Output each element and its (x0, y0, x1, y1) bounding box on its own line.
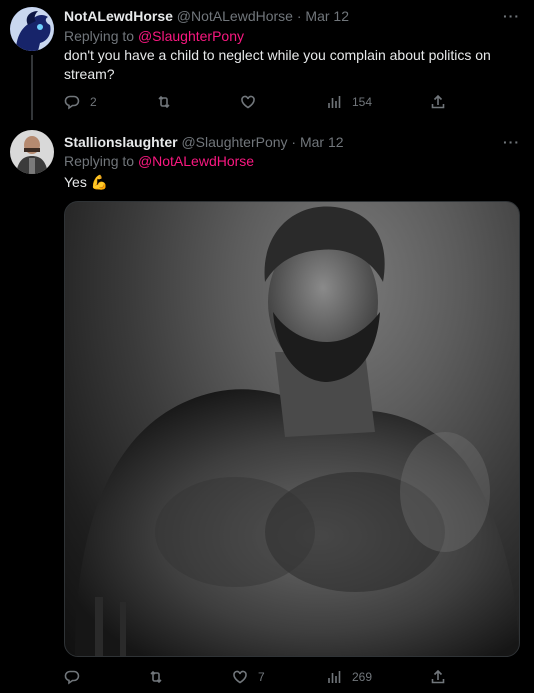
heart-icon (233, 670, 247, 684)
replying-to-mention-2[interactable]: @NotALewdHorse (138, 153, 254, 169)
flexed-biceps-emoji: 💪 (90, 174, 109, 190)
tweet-image[interactable] (64, 201, 520, 657)
views-icon (328, 96, 341, 108)
person-avatar-icon (10, 130, 54, 174)
handle-2[interactable]: @SlaughterPony (181, 134, 287, 150)
tweet-header: NotALewdHorse @NotALewdHorse · Mar 12 (64, 8, 349, 24)
tweet-text: don't you have a child to neglect while … (64, 47, 491, 82)
views-count-2: 269 (352, 670, 373, 684)
views-count: 154 (352, 95, 373, 109)
reply-button-2[interactable] (64, 667, 90, 687)
replying-to: Replying to @SlaughterPony (64, 28, 244, 44)
like-button[interactable] (240, 92, 266, 112)
like-button-2[interactable]: 7 (232, 667, 265, 687)
display-name-2[interactable]: Stallionslaughter (64, 134, 178, 150)
reply-icon (64, 670, 80, 685)
pony-avatar-icon (10, 7, 54, 51)
tweet-text-2-content: Yes (64, 174, 87, 190)
replying-to-label: Replying to (64, 28, 138, 44)
timestamp[interactable]: Mar 12 (305, 8, 349, 24)
like-count-2: 7 (258, 670, 265, 684)
timestamp-2[interactable]: Mar 12 (300, 134, 344, 150)
views-button-2[interactable]: 269 (326, 667, 372, 687)
tweet-header-2: Stallionslaughter @SlaughterPony · Mar 1… (64, 134, 344, 150)
replying-to-mention[interactable]: @SlaughterPony (138, 28, 244, 44)
retweet-icon (158, 95, 170, 109)
avatar-stallionslaughter[interactable] (10, 130, 54, 174)
more-options-icon[interactable]: ··· (503, 8, 520, 24)
share-icon (431, 669, 445, 684)
muscular-man-photo (75, 206, 519, 656)
tweet-text-2: Yes 💪 (64, 173, 514, 192)
heart-icon (241, 95, 255, 109)
retweet-button[interactable] (156, 92, 182, 112)
retweet-icon (150, 670, 162, 684)
display-name[interactable]: NotALewdHorse (64, 8, 173, 24)
tweet-actions-2: 7 269 (64, 667, 484, 687)
thread-connector-line (31, 55, 33, 120)
more-options-icon-2[interactable]: ··· (503, 134, 520, 150)
reply-count: 2 (90, 95, 97, 109)
replying-to-2: Replying to @NotALewdHorse (64, 153, 254, 169)
views-icon (328, 671, 341, 683)
handle[interactable]: @NotALewdHorse (177, 8, 293, 24)
reply-icon (64, 95, 80, 110)
views-button[interactable]: 154 (326, 92, 372, 112)
reply-button[interactable]: 2 (64, 92, 97, 112)
share-button[interactable] (430, 92, 446, 112)
tweet-notalewdhorse[interactable]: NotALewdHorse @NotALewdHorse · Mar 12 ··… (0, 0, 534, 120)
share-icon (431, 94, 445, 109)
replying-to-label-2: Replying to (64, 153, 138, 169)
retweet-button-2[interactable] (148, 667, 174, 687)
avatar-notalewdhorse[interactable] (10, 7, 54, 51)
dot-separator-2: · (291, 134, 300, 150)
tweet-actions: 2 154 (64, 92, 484, 112)
share-button-2[interactable] (430, 667, 446, 687)
